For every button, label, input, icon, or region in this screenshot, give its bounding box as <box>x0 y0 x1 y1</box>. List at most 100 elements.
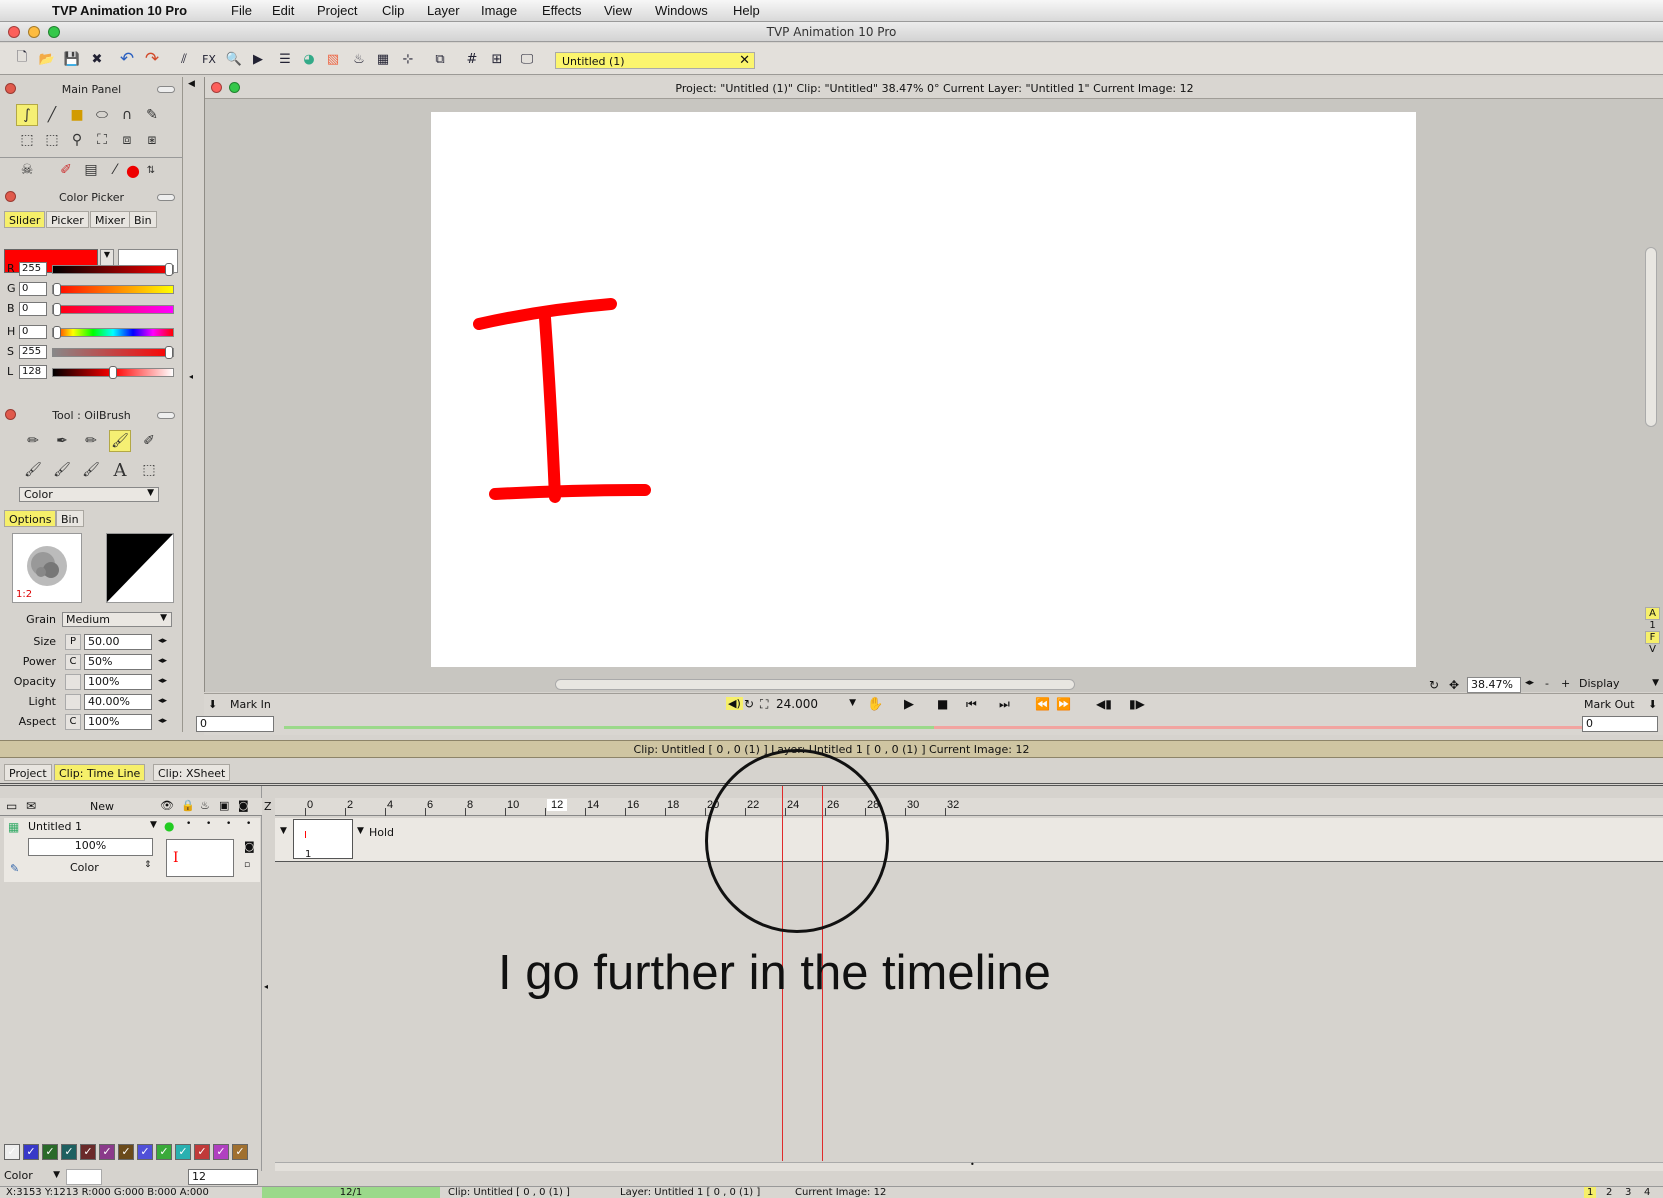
curve-tool-icon[interactable]: ∩ <box>116 104 138 126</box>
color-tag-checkbox[interactable]: ✓ <box>42 1144 58 1160</box>
select-rect-icon[interactable]: ⬚ <box>16 129 38 151</box>
slider-knob[interactable] <box>165 263 173 276</box>
redo-icon[interactable]: ↷ <box>142 49 162 69</box>
channel-s-value[interactable]: 255 <box>19 345 47 359</box>
layers-icon[interactable]: ☰ <box>275 49 295 69</box>
color-tag-checkbox[interactable]: ✓ <box>118 1144 134 1160</box>
undo-icon[interactable]: ↶ <box>117 49 137 69</box>
timeline-splitter-icon[interactable]: ◂ <box>264 982 268 991</box>
brush-stroke-icon[interactable]: ⫽ <box>174 49 194 69</box>
first-frame-button[interactable]: ⏮ <box>966 697 977 712</box>
page-2-button[interactable]: 2 <box>1603 1187 1615 1198</box>
calculator-icon[interactable]: ▦ <box>373 49 393 69</box>
channel-h-value[interactable]: 0 <box>19 325 47 339</box>
loop-icon[interactable]: ↻ <box>744 697 754 711</box>
knife-brush-icon[interactable]: 🖌 <box>51 459 73 481</box>
center-view-icon[interactable]: ✥ <box>1449 678 1459 692</box>
scroll-handle-icon[interactable]: • <box>970 1160 975 1169</box>
play-icon[interactable]: ▶ <box>248 49 268 69</box>
frame-instance[interactable]: I <box>293 819 353 859</box>
close-panel-icon[interactable] <box>5 191 16 202</box>
side-letter-v[interactable]: V <box>1645 644 1660 655</box>
tab-xsheet[interactable]: Clip: XSheet <box>153 764 231 781</box>
blend-mode-stepper-icon[interactable]: ⇕ <box>144 860 152 870</box>
grain-select[interactable]: Medium ▼ <box>62 612 172 627</box>
custom-brush-icon[interactable]: ⬚ <box>138 459 160 481</box>
side-letter-1[interactable]: 1 <box>1645 620 1660 631</box>
visibility-icon[interactable]: 👁 <box>160 799 174 812</box>
fast-forward-button[interactable]: ⏩ <box>1056 697 1071 711</box>
color-tag-checkbox[interactable]: ✓ <box>99 1144 115 1160</box>
zoom-icon[interactable]: 🔍 <box>224 49 244 69</box>
transform-tool-icon[interactable]: ⧈ <box>116 129 138 151</box>
mark-out-field[interactable]: 0 <box>1582 716 1658 732</box>
menu-windows[interactable]: Windows <box>655 3 708 18</box>
timeline-scrollbar[interactable]: • <box>275 1160 1663 1171</box>
pressure-curve-preview[interactable] <box>106 533 174 603</box>
param-power-field[interactable]: 50% <box>84 654 152 670</box>
warp-tool-icon[interactable]: ⧆ <box>141 129 163 151</box>
channel-l-value[interactable]: 128 <box>19 365 47 379</box>
monitor-icon[interactable]: 🖵 <box>517 49 537 69</box>
tab-mixer[interactable]: Mixer <box>90 211 131 228</box>
magnify-tool-icon[interactable]: ⚲ <box>66 129 88 151</box>
mark-in-field[interactable]: 0 <box>196 716 274 732</box>
menu-clip[interactable]: Clip <box>382 3 404 18</box>
hold-menu-arrow-icon[interactable]: ▼ <box>357 826 364 836</box>
bottom-mode-select[interactable]: Color ▼ <box>4 1169 64 1185</box>
last-frame-button[interactable]: ⏭ <box>999 697 1010 712</box>
layer-opacity-field[interactable]: 100% <box>28 838 153 856</box>
channel-h-slider[interactable] <box>52 326 174 339</box>
color-tag-checkbox[interactable]: ✓ <box>4 1144 20 1160</box>
slider-knob[interactable] <box>53 326 61 339</box>
param-opacity-stepper-icon[interactable]: ◂▸ <box>158 676 167 686</box>
previous-frame-button[interactable]: ◀▮ <box>1096 697 1112 711</box>
mark-out-arrow-icon[interactable]: ⬇ <box>1648 698 1657 711</box>
param-size-stepper-icon[interactable]: ◂▸ <box>158 636 167 646</box>
crop-tool-icon[interactable]: ⛶ <box>91 129 113 151</box>
param-opacity-flag[interactable] <box>65 674 81 690</box>
param-power-stepper-icon[interactable]: ◂▸ <box>158 656 167 666</box>
menu-edit[interactable]: Edit <box>272 3 294 18</box>
layer-name[interactable]: Untitled 1 <box>28 820 82 833</box>
collapse-left-arrow-icon[interactable]: ◀ <box>188 79 195 89</box>
menu-view[interactable]: View <box>604 3 632 18</box>
swap-colors-icon[interactable]: ⇅ <box>140 159 162 181</box>
open-folder-icon[interactable]: 📂 <box>37 49 57 69</box>
camera-toggle-icon[interactable]: • <box>246 819 251 829</box>
color-tag-checkbox[interactable]: ✓ <box>137 1144 153 1160</box>
menu-image[interactable]: Image <box>481 3 517 18</box>
sound-icon[interactable]: ◀) <box>726 697 743 710</box>
color-tag-checkbox[interactable]: ✓ <box>194 1144 210 1160</box>
tab-picker[interactable]: Picker <box>46 211 89 228</box>
hand-icon[interactable]: ✋ <box>867 697 883 712</box>
freehand-tool-icon[interactable]: ∫ <box>16 104 38 126</box>
side-letter-f[interactable]: F <box>1645 631 1660 644</box>
frame-icon[interactable]: ⧉ <box>430 49 450 69</box>
color-tag-checkbox[interactable]: ✓ <box>232 1144 248 1160</box>
collapse-panel-icon[interactable] <box>157 194 175 201</box>
color-tag-checkbox[interactable]: ✓ <box>80 1144 96 1160</box>
slider-knob[interactable] <box>53 303 61 316</box>
layer-stack-icon[interactable]: ✉ <box>26 799 36 813</box>
pen-brush-icon[interactable]: ✒ <box>51 430 73 452</box>
layer-visible-dot-icon[interactable]: ● <box>164 819 174 833</box>
paper-icon[interactable]: ▤ <box>80 159 102 181</box>
tab-timeline[interactable]: Clip: Time Line <box>54 764 146 781</box>
play-button[interactable]: ▶ <box>904 697 914 712</box>
layer-row[interactable]: ▦ Untitled 1 ▼ ● • • • • 100% ✎ Color ⇕ … <box>4 818 260 882</box>
frame-input[interactable]: 12 <box>188 1169 258 1185</box>
channel-r-value[interactable]: 255 <box>19 262 47 276</box>
layer-camera-icon[interactable]: ◙ <box>244 840 255 853</box>
next-frame-button[interactable]: ▮▶ <box>1129 697 1145 711</box>
menu-project[interactable]: Project <box>317 3 357 18</box>
text-tool-icon[interactable]: A <box>109 459 131 481</box>
collapse-panel-icon[interactable] <box>157 86 175 93</box>
channel-l-slider[interactable] <box>52 366 174 379</box>
new-document-icon[interactable]: 🗋 <box>12 49 32 69</box>
eraser-tool-icon[interactable]: ✎ <box>141 104 163 126</box>
param-aspect-flag[interactable]: C <box>65 714 81 730</box>
color-tag-checkbox[interactable]: ✓ <box>175 1144 191 1160</box>
menu-effects[interactable]: Effects <box>542 3 582 18</box>
light-table-icon[interactable]: ♨ <box>200 799 210 812</box>
